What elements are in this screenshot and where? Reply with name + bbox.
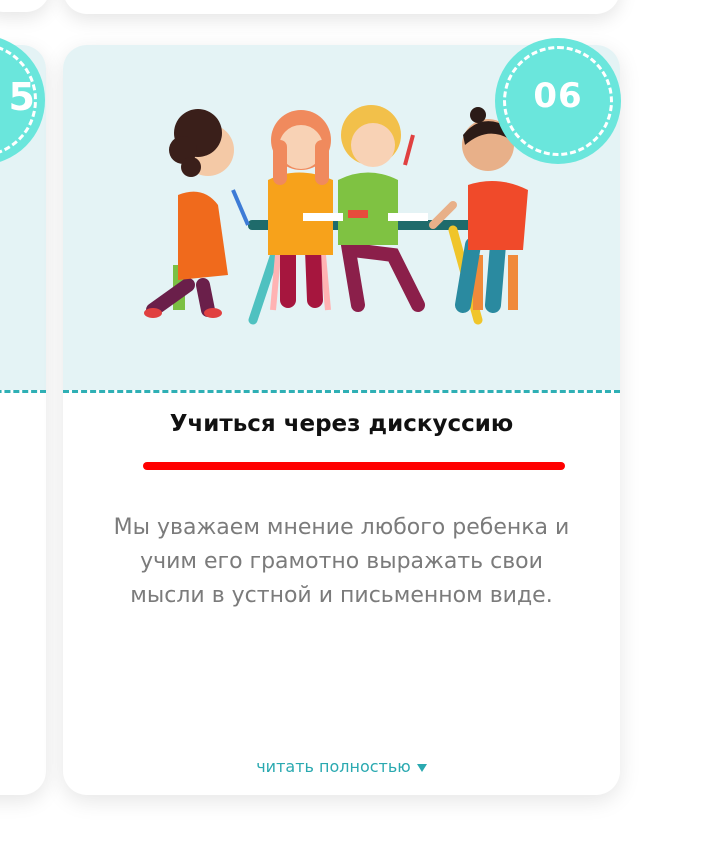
card-title: Учиться через дискуссию bbox=[169, 411, 514, 437]
previous-row-card-left bbox=[0, 0, 50, 12]
dashed-divider bbox=[63, 390, 620, 393]
title-underline bbox=[143, 462, 565, 470]
read-more-link[interactable]: читать полностью bbox=[63, 757, 620, 776]
page: 5 Учиться через дискуссию Мы уважаем мне… bbox=[0, 0, 720, 855]
caret-down-icon bbox=[416, 763, 427, 772]
badge-number: 5 bbox=[8, 75, 35, 119]
card-description: Мы уважаем мнение любого ребенка и учим … bbox=[113, 515, 570, 608]
number-badge-06: 06 bbox=[495, 38, 621, 164]
badge-number: 06 bbox=[533, 76, 583, 116]
previous-row-card-right bbox=[63, 0, 620, 14]
dashed-divider bbox=[0, 390, 46, 393]
read-more-label: читать полностью bbox=[256, 757, 411, 776]
children-discussion-illustration bbox=[144, 105, 528, 325]
